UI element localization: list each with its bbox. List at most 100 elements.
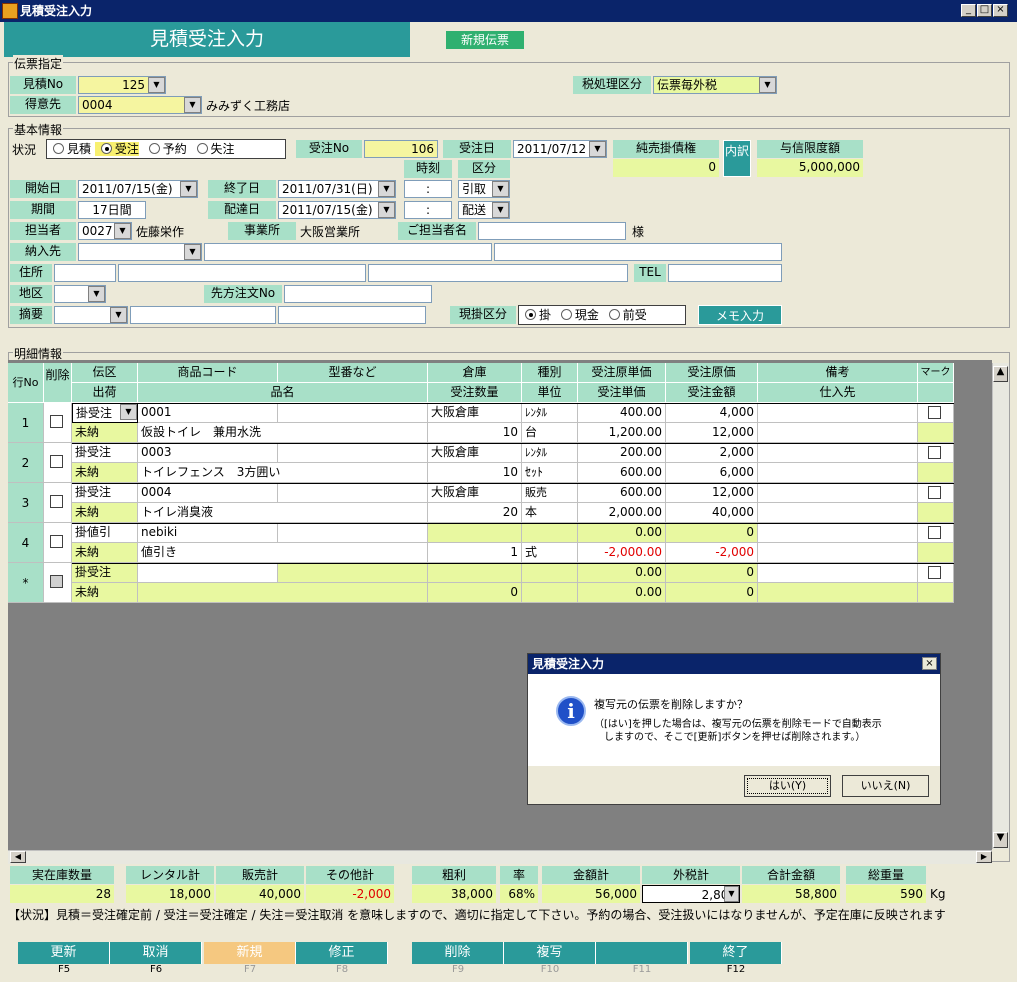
nonyu-name-field[interactable] [204, 243, 492, 261]
tel-field[interactable] [668, 264, 782, 282]
nonyu-select[interactable]: ▼ [78, 243, 202, 261]
product-code-cell[interactable]: 0004 [138, 483, 278, 503]
shukka-cell[interactable]: 未納 [72, 463, 138, 483]
scroll-right-icon[interactable]: ▶ [976, 851, 992, 863]
gentanka-cell[interactable]: 0.00 [578, 523, 666, 543]
mark-checkbox[interactable] [928, 566, 941, 579]
mark-checkbox[interactable] [928, 406, 941, 419]
kingaku-cell[interactable]: 6,000 [666, 463, 758, 483]
tanka-cell[interactable]: 0.00 [578, 583, 666, 603]
mark-cell[interactable] [918, 523, 954, 543]
hinmei-cell[interactable] [138, 583, 428, 603]
mark2-cell[interactable] [918, 423, 954, 443]
nonyu-name2-field[interactable] [494, 243, 782, 261]
kubun2-select[interactable]: 配送 ▼ [458, 201, 510, 219]
genka-cell[interactable]: 0 [666, 523, 758, 543]
soko-cell[interactable]: 大阪倉庫 [428, 443, 522, 463]
maximize-button[interactable]: □ [977, 4, 992, 17]
genka-cell[interactable]: 0 [666, 563, 758, 583]
juchu-no-field[interactable]: 106 [364, 140, 438, 158]
zip-field[interactable] [54, 264, 116, 282]
minimize-button[interactable]: _ [961, 4, 976, 17]
delete-cell[interactable] [44, 563, 72, 603]
delete-cell[interactable] [44, 443, 72, 483]
close-button[interactable]: × [993, 4, 1008, 17]
biko-cell[interactable] [758, 443, 918, 463]
tanto-select[interactable]: 0027 ▼ [78, 222, 132, 240]
mark-checkbox[interactable] [928, 486, 941, 499]
scroll-left-icon[interactable]: ◀ [10, 851, 26, 863]
status-radio-group[interactable]: 見積 受注 予約 失注 [46, 139, 286, 159]
kingaku-cell[interactable]: -2,000 [666, 543, 758, 563]
scroll-up-icon[interactable]: ▲ [993, 366, 1008, 382]
uchiwake-button[interactable]: 内訳 [723, 140, 751, 177]
mark-checkbox[interactable] [928, 446, 941, 459]
soko-cell[interactable] [428, 523, 522, 543]
genka-cell[interactable]: 2,000 [666, 443, 758, 463]
radio-mitsumori[interactable] [53, 143, 64, 154]
kataban-cell[interactable] [278, 403, 428, 423]
shubetsu-cell[interactable]: ﾚﾝﾀﾙ [522, 443, 578, 463]
tekiyo2-field[interactable] [278, 306, 426, 324]
delete-cell[interactable] [44, 523, 72, 563]
yes-button[interactable]: はい(Y) [744, 775, 831, 797]
fkey-button[interactable] [596, 942, 688, 964]
mark2-cell[interactable] [918, 503, 954, 523]
shukka-cell[interactable]: 未納 [72, 583, 138, 603]
tokui-select[interactable]: 0004 ▼ [78, 96, 202, 114]
fkey-button[interactable]: 削除 [412, 942, 504, 964]
radio-shicchu[interactable] [196, 143, 208, 154]
radio-genkin[interactable] [560, 309, 572, 320]
product-code-cell[interactable]: nebiki [138, 523, 278, 543]
shukka-cell[interactable]: 未納 [72, 423, 138, 443]
time1-field[interactable]: : [404, 180, 452, 198]
mark-cell[interactable] [918, 563, 954, 583]
delete-checkbox[interactable] [50, 575, 63, 588]
tanka-cell[interactable]: 2,000.00 [578, 503, 666, 523]
period-field[interactable]: 17日間 [78, 201, 146, 219]
denku-cell[interactable]: 掛受注 [72, 483, 138, 503]
radio-juchu[interactable] [100, 143, 112, 154]
fkey-button[interactable]: 終了 [690, 942, 782, 964]
genka-cell[interactable]: 4,000 [666, 403, 758, 423]
soko-cell[interactable]: 大阪倉庫 [428, 403, 522, 423]
product-code-cell[interactable] [138, 563, 278, 583]
time2-field[interactable]: : [404, 201, 452, 219]
fkey-button[interactable]: 取消 [110, 942, 202, 964]
scroll-down-icon[interactable]: ▼ [993, 832, 1008, 848]
tanka-cell[interactable]: 600.00 [578, 463, 666, 483]
kubun1-select[interactable]: 引取 ▼ [458, 180, 510, 198]
shubetsu-cell[interactable] [522, 563, 578, 583]
shubetsu-cell[interactable]: 販売 [522, 483, 578, 503]
hinmei-cell[interactable]: トイレ消臭液 [138, 503, 428, 523]
end-date-select[interactable]: 2011/07/31(日) ▼ [278, 180, 396, 198]
tanka-cell[interactable]: 1,200.00 [578, 423, 666, 443]
hinmei-cell[interactable]: 値引き [138, 543, 428, 563]
address1-field[interactable] [118, 264, 366, 282]
delete-checkbox[interactable] [50, 535, 63, 548]
shubetsu-cell[interactable]: ﾚﾝﾀﾙ [522, 403, 578, 423]
gentanka-cell[interactable]: 600.00 [578, 483, 666, 503]
kataban-cell[interactable] [278, 523, 428, 543]
radio-yoyaku[interactable] [148, 143, 160, 154]
qty-cell[interactable]: 20 [428, 503, 522, 523]
kingaku-cell[interactable]: 40,000 [666, 503, 758, 523]
mark-cell[interactable] [918, 443, 954, 463]
fkey-button[interactable]: 複写 [504, 942, 596, 964]
kingaku-cell[interactable]: 12,000 [666, 423, 758, 443]
sakikata-field[interactable] [284, 285, 432, 303]
hinmei-cell[interactable]: トイレフェンス 3方囲い [138, 463, 428, 483]
delete-cell[interactable] [44, 483, 72, 523]
no-button[interactable]: いいえ(N) [842, 775, 929, 797]
kingaku-cell[interactable]: 0 [666, 583, 758, 603]
soko-cell[interactable]: 大阪倉庫 [428, 483, 522, 503]
denku-cell[interactable]: 掛受注 ▼ [72, 403, 138, 423]
qty-cell[interactable]: 10 [428, 423, 522, 443]
qty-cell[interactable]: 10 [428, 463, 522, 483]
unit-cell[interactable]: 本 [522, 503, 578, 523]
mark-cell[interactable] [918, 403, 954, 423]
mark2-cell[interactable] [918, 583, 954, 603]
hinmei-cell[interactable]: 仮設トイレ 兼用水洗 [138, 423, 428, 443]
qty-cell[interactable]: 0 [428, 583, 522, 603]
memo-button[interactable]: メモ入力 [698, 305, 782, 325]
